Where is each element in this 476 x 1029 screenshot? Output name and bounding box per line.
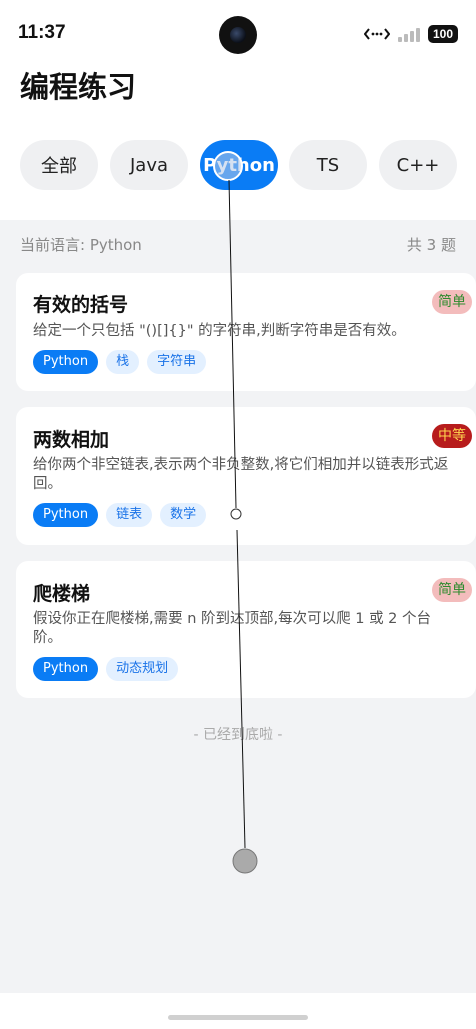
problem-title: 爬楼梯 (33, 583, 91, 605)
problem-title: 有效的括号 (33, 294, 129, 316)
problem-description: 给定一个只包括 "()[]{}" 的字符串,判断字符串是否有效。 (33, 323, 406, 339)
front-camera (219, 16, 257, 54)
tag[interactable]: 链表 (106, 503, 153, 527)
navigation-bar (0, 993, 476, 1029)
tag[interactable]: Python (33, 350, 99, 374)
problem-card[interactable]: 爬楼梯 简单 假设你正在爬楼梯,需要 n 阶到达顶部,每次可以爬 1 或 2 个… (16, 561, 476, 698)
tag[interactable]: Python (33, 503, 99, 527)
tab-cpp[interactable]: C++ (379, 140, 457, 190)
battery-icon: 100 (427, 25, 458, 43)
tab-java[interactable]: Java (110, 140, 188, 190)
signal-icon (396, 26, 422, 42)
page-title: 编程练习 (20, 70, 137, 104)
problem-count: 共 3 题 (406, 236, 456, 254)
status-time: 11:37 (18, 22, 66, 43)
tag-list: Python 动态规划 (33, 657, 179, 681)
header-area: 11:37 100 编程练习 全部 Java Python TS C++ (0, 0, 476, 220)
touch-end-indicator (232, 848, 258, 874)
tag[interactable]: 动态规划 (106, 657, 179, 681)
data-transfer-icon (363, 28, 390, 40)
home-indicator[interactable] (168, 1015, 308, 1020)
tab-ts[interactable]: TS (289, 140, 367, 190)
tag[interactable]: 字符串 (147, 350, 207, 374)
tab-python[interactable]: Python (200, 140, 278, 190)
status-icons: 100 (363, 24, 458, 44)
status-bar: 11:37 100 (0, 0, 476, 60)
problem-card[interactable]: 有效的括号 简单 给定一个只包括 "()[]{}" 的字符串,判断字符串是否有效… (16, 273, 476, 391)
problem-description: 给你两个非空链表,表示两个非负整数,将它们相加并以链表形式返回。 (33, 457, 449, 492)
tag[interactable]: 数学 (160, 503, 207, 527)
difficulty-badge: 简单 (432, 290, 472, 314)
difficulty-badge: 中等 (432, 424, 472, 448)
content-header: 当前语言: Python 共 3 题 (20, 234, 456, 256)
problem-card[interactable]: 两数相加 中等 给你两个非空链表,表示两个非负整数,将它们相加并以链表形式返回。… (16, 407, 476, 545)
problem-description: 假设你正在爬楼梯,需要 n 阶到达顶部,每次可以爬 1 或 2 个台阶。 (33, 611, 432, 646)
end-of-list-text: - 已经到底啦 - (193, 727, 283, 743)
tag-list: Python 栈 字符串 (33, 350, 207, 374)
language-tabs: 全部 Java Python TS C++ (20, 140, 460, 190)
tag[interactable]: Python (33, 657, 99, 681)
current-language-label: 当前语言: Python (20, 236, 142, 254)
tag[interactable]: 栈 (106, 350, 140, 374)
tag-list: Python 链表 数学 (33, 503, 207, 527)
tab-all[interactable]: 全部 (20, 140, 98, 190)
difficulty-badge: 简单 (432, 578, 472, 602)
problem-title: 两数相加 (33, 429, 110, 451)
